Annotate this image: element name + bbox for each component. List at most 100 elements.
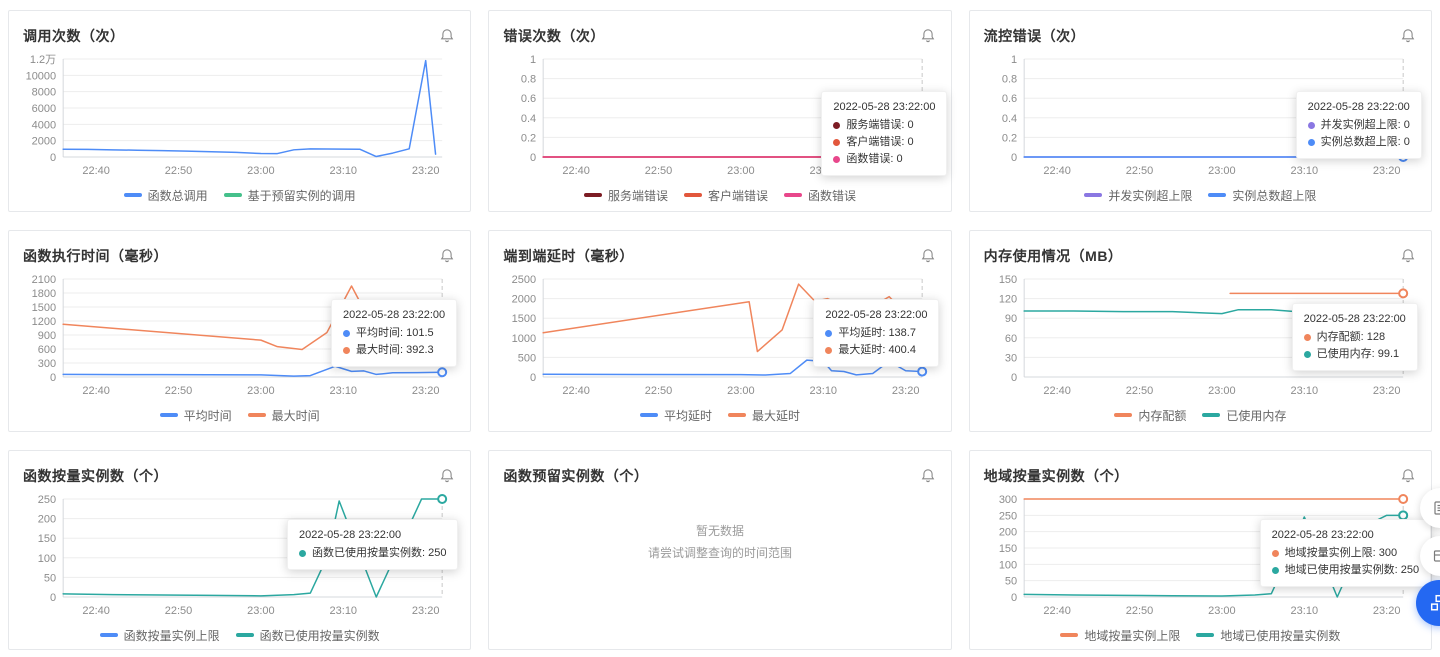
tooltip-row: 函数错误: 0 (833, 151, 935, 168)
svg-text:0.4: 0.4 (521, 113, 536, 125)
tooltip-series-dot (343, 330, 350, 337)
tooltip-time: 2022-05-28 23:22:00 (1271, 529, 1374, 541)
legend-item[interactable]: 函数已使用按量实例数 (235, 627, 380, 644)
tooltip-row: 最大延时: 400.4 (825, 342, 927, 359)
legend-label: 服务端错误 (607, 188, 668, 203)
chart-legend: 内存配额 已使用内存 (984, 405, 1417, 425)
chart-tooltip: 2022-05-28 23:22:00 平均时间: 101.5 最大时间: 392.… (331, 299, 458, 367)
legend-label: 平均时间 (183, 408, 232, 423)
chart-tooltip: 2022-05-28 23:22:00 函数已使用按量实例数: 250 (287, 519, 459, 570)
empty-state-hint: 请尝试调整查询的时间范围 (647, 546, 792, 561)
svg-text:23:20: 23:20 (412, 385, 440, 397)
svg-text:60: 60 (1005, 333, 1017, 345)
svg-text:250: 250 (998, 510, 1016, 522)
tooltip-series-dot (825, 330, 833, 337)
card-throttle-errors: 流控错误（次） 1 0.8 0.6 0.4 0.2 0 22:40 22:50 23:00 23:… (968, 10, 1432, 212)
tooltip-row: 内存配额: 128 (1303, 329, 1406, 346)
legend-swatch (235, 633, 254, 637)
legend-item[interactable]: 最大时间 (247, 407, 320, 424)
svg-text:23:20: 23:20 (412, 605, 440, 617)
legend-item[interactable]: 函数总调用 (123, 187, 208, 204)
legend-swatch (1196, 633, 1215, 637)
legend-label: 最大延时 (751, 408, 800, 423)
bell-icon[interactable] (919, 467, 937, 485)
card-region-instances: 地域按量实例数（个） 300 250 200 150 100 50 0 22:40 22:50 2… (968, 450, 1432, 650)
legend-item[interactable]: 实例总数超上限 (1208, 187, 1316, 204)
legend-swatch (727, 413, 746, 417)
tooltip-series-value: 平均延时: 138.7 (838, 327, 916, 339)
legend-label: 平均延时 (663, 408, 712, 423)
bell-icon[interactable] (438, 247, 456, 265)
svg-text:50: 50 (44, 572, 56, 584)
legend-item[interactable]: 最大延时 (727, 407, 800, 424)
legend-swatch (1060, 633, 1079, 637)
tooltip-row: 最大时间: 392.3 (343, 342, 445, 359)
bell-icon[interactable] (1399, 467, 1417, 485)
legend-item[interactable]: 平均时间 (159, 407, 232, 424)
svg-text:200: 200 (38, 514, 56, 526)
svg-text:2000: 2000 (32, 136, 56, 148)
legend-swatch (1084, 193, 1103, 197)
svg-text:23:00: 23:00 (727, 165, 755, 177)
chart-tooltip: 2022-05-28 23:22:00 内存配额: 128 已使用内存: 99.1 (1291, 303, 1418, 371)
svg-text:0: 0 (1011, 152, 1017, 164)
legend-item[interactable]: 函数按量实例上限 (99, 627, 220, 644)
legend-item[interactable]: 地域已使用按量实例数 (1196, 627, 1340, 644)
svg-text:22:40: 22:40 (82, 165, 110, 177)
legend-item[interactable]: 函数错误 (784, 187, 856, 204)
svg-text:23:20: 23:20 (1373, 385, 1401, 397)
tooltip-series-dot (1307, 139, 1315, 146)
svg-text:22:50: 22:50 (1125, 385, 1153, 397)
svg-text:0: 0 (50, 152, 56, 164)
empty-state: 暂无数据 请尝试调整查询的时间范围 (489, 520, 950, 564)
svg-text:23:10: 23:10 (1290, 165, 1318, 177)
svg-text:22:40: 22:40 (1043, 165, 1071, 177)
tooltip-series-value: 已使用内存: 99.1 (1316, 348, 1400, 360)
tooltip-time: 2022-05-28 23:22:00 (825, 309, 928, 321)
chart-legend: 并发实例超上限 实例总数超上限 (984, 185, 1417, 205)
svg-text:22:40: 22:40 (82, 605, 110, 617)
svg-text:22:40: 22:40 (82, 385, 110, 397)
tooltip-series-value: 服务端错误: 0 (846, 119, 914, 131)
legend-item[interactable]: 内存配额 (1114, 407, 1186, 424)
chart-canvas[interactable]: 1.2万 10000 8000 6000 4000 2000 0 22:40 22:50 23:0… (23, 51, 456, 185)
svg-text:23:10: 23:10 (330, 385, 358, 397)
legend-item[interactable]: 已使用内存 (1202, 407, 1286, 424)
svg-text:23:20: 23:20 (412, 165, 440, 177)
tooltip-series-value: 并发实例超上限: 0 (1320, 119, 1410, 131)
form-icon (1433, 550, 1440, 562)
legend-label: 最大时间 (271, 408, 320, 423)
bell-icon[interactable] (438, 27, 456, 45)
legend-item[interactable]: 服务端错误 (583, 187, 668, 204)
svg-text:22:50: 22:50 (165, 605, 193, 617)
card-title: 函数执行时间（毫秒） (23, 248, 168, 264)
legend-item[interactable]: 并发实例超上限 (1084, 187, 1192, 204)
legend-item[interactable]: 客户端错误 (683, 187, 768, 204)
svg-text:900: 900 (38, 330, 56, 342)
svg-text:8000: 8000 (32, 87, 56, 99)
svg-text:0: 0 (50, 372, 56, 384)
svg-text:0.6: 0.6 (1002, 93, 1017, 105)
card-invocations: 调用次数（次） 1.2万 10000 8000 6000 4000 2000 0 22:40 2… (8, 10, 472, 212)
svg-text:4000: 4000 (32, 119, 56, 131)
legend-item[interactable]: 平均延时 (639, 407, 712, 424)
doc-lines-icon (1434, 501, 1440, 515)
bell-icon[interactable] (1399, 247, 1417, 265)
legend-swatch (99, 633, 118, 637)
svg-text:120: 120 (998, 294, 1016, 306)
tooltip-row: 已使用内存: 99.1 (1303, 346, 1406, 363)
tooltip-series-dot (1307, 122, 1315, 129)
bell-icon[interactable] (1399, 27, 1417, 45)
card-title: 错误次数（次） (503, 28, 605, 44)
bell-icon[interactable] (919, 247, 937, 265)
svg-text:23:10: 23:10 (1290, 385, 1318, 397)
legend-item[interactable]: 地域按量实例上限 (1060, 627, 1180, 644)
legend-item[interactable]: 基于预留实例的调用 (223, 187, 356, 204)
tooltip-series-value: 函数已使用按量实例数: 250 (312, 547, 447, 559)
svg-text:23:00: 23:00 (247, 605, 275, 617)
legend-label: 函数按量实例上限 (123, 628, 220, 643)
legend-swatch (123, 193, 142, 197)
svg-text:1: 1 (530, 54, 536, 66)
bell-icon[interactable] (919, 27, 937, 45)
bell-icon[interactable] (438, 467, 456, 485)
